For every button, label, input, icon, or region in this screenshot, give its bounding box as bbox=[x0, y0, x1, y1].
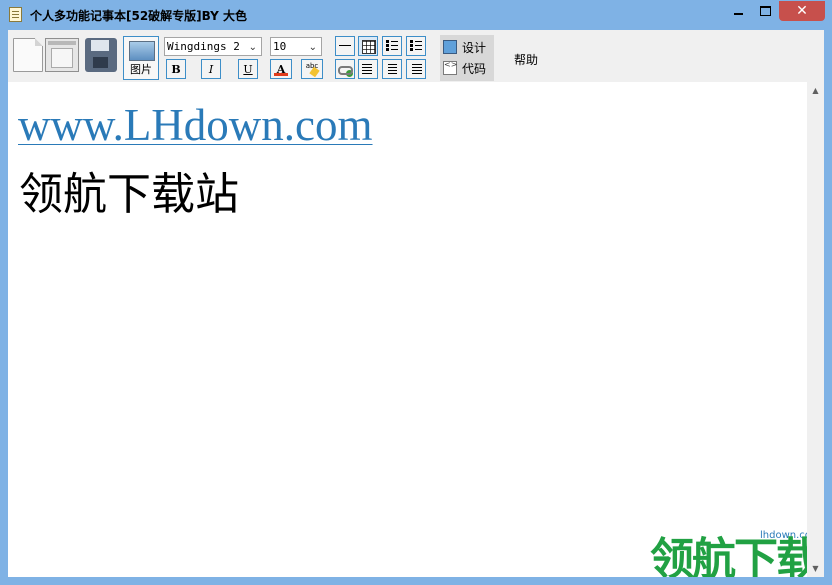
new-file-button[interactable] bbox=[13, 38, 43, 72]
bullet-list-button[interactable] bbox=[406, 36, 426, 56]
maximize-icon bbox=[759, 6, 771, 16]
italic-button[interactable]: I bbox=[201, 59, 221, 79]
minimize-icon bbox=[733, 13, 743, 15]
chevron-down-icon: ⌄ bbox=[248, 42, 257, 53]
spellcheck-button[interactable]: abc bbox=[301, 59, 323, 79]
editor-area[interactable]: www.LHdown.com 领航下载站 lhdown.com 领航下载 bbox=[8, 82, 807, 577]
minimize-button[interactable] bbox=[724, 1, 752, 21]
code-view-icon bbox=[443, 60, 457, 75]
help-menu[interactable]: 帮助 bbox=[514, 51, 538, 68]
font-color-button[interactable]: A bbox=[270, 59, 292, 79]
font-size-select[interactable]: 10 ⌄ bbox=[270, 37, 322, 56]
watermark-logo: 领航下载 bbox=[650, 534, 807, 578]
scroll-up-arrow[interactable]: ▲ bbox=[807, 82, 824, 99]
align-right-button[interactable] bbox=[406, 59, 426, 79]
close-icon: ✕ bbox=[796, 3, 808, 19]
chevron-down-icon: ⌄ bbox=[308, 42, 317, 53]
app-window: 个人多功能记事本[52破解专版]BY 大色 ✕ 图片 Wingdings 2 ⌄… bbox=[0, 0, 832, 585]
bold-button[interactable]: B bbox=[166, 59, 186, 79]
scroll-down-arrow[interactable]: ▼ bbox=[807, 560, 824, 577]
maximize-button[interactable] bbox=[752, 1, 778, 21]
ordered-list-button[interactable] bbox=[382, 36, 402, 56]
font-size-value: 10 bbox=[273, 40, 287, 53]
document-link[interactable]: www.LHdown.com bbox=[18, 100, 373, 150]
insert-image-button[interactable]: 图片 bbox=[123, 36, 159, 80]
insert-table-button[interactable] bbox=[358, 36, 378, 56]
font-family-select[interactable]: Wingdings 2 ⌄ bbox=[164, 37, 262, 56]
vertical-scrollbar[interactable]: ▲ ▼ bbox=[807, 82, 824, 577]
font-family-value: Wingdings 2 bbox=[167, 40, 240, 53]
insert-image-label: 图片 bbox=[130, 63, 152, 76]
save-button[interactable] bbox=[85, 38, 117, 72]
document-text: 领航下载站 bbox=[19, 169, 239, 220]
align-left-button[interactable] bbox=[358, 59, 378, 79]
window-title: 个人多功能记事本[52破解专版]BY 大色 bbox=[30, 9, 248, 23]
design-view-icon bbox=[443, 40, 457, 54]
toolbar: 图片 Wingdings 2 ⌄ 10 ⌄ B I U A abc 设计 <> … bbox=[8, 30, 824, 82]
underline-button[interactable]: U bbox=[238, 59, 258, 79]
title-bar[interactable]: 个人多功能记事本[52破解专版]BY 大色 ✕ bbox=[0, 0, 832, 30]
code-mode-label: 代码 bbox=[462, 61, 487, 76]
horizontal-rule-button[interactable] bbox=[335, 36, 355, 56]
open-file-button[interactable] bbox=[45, 38, 79, 72]
align-center-button[interactable] bbox=[382, 59, 402, 79]
picture-icon bbox=[129, 41, 155, 61]
notepad-icon bbox=[9, 7, 22, 22]
view-mode-panel: 设计 代码 bbox=[440, 35, 494, 81]
design-mode-button[interactable]: 设计 bbox=[443, 37, 486, 57]
insert-link-button[interactable] bbox=[335, 59, 355, 79]
code-mode-button[interactable]: 代码 bbox=[443, 58, 486, 78]
close-button[interactable]: ✕ bbox=[779, 1, 825, 21]
design-mode-label: 设计 bbox=[462, 40, 487, 55]
